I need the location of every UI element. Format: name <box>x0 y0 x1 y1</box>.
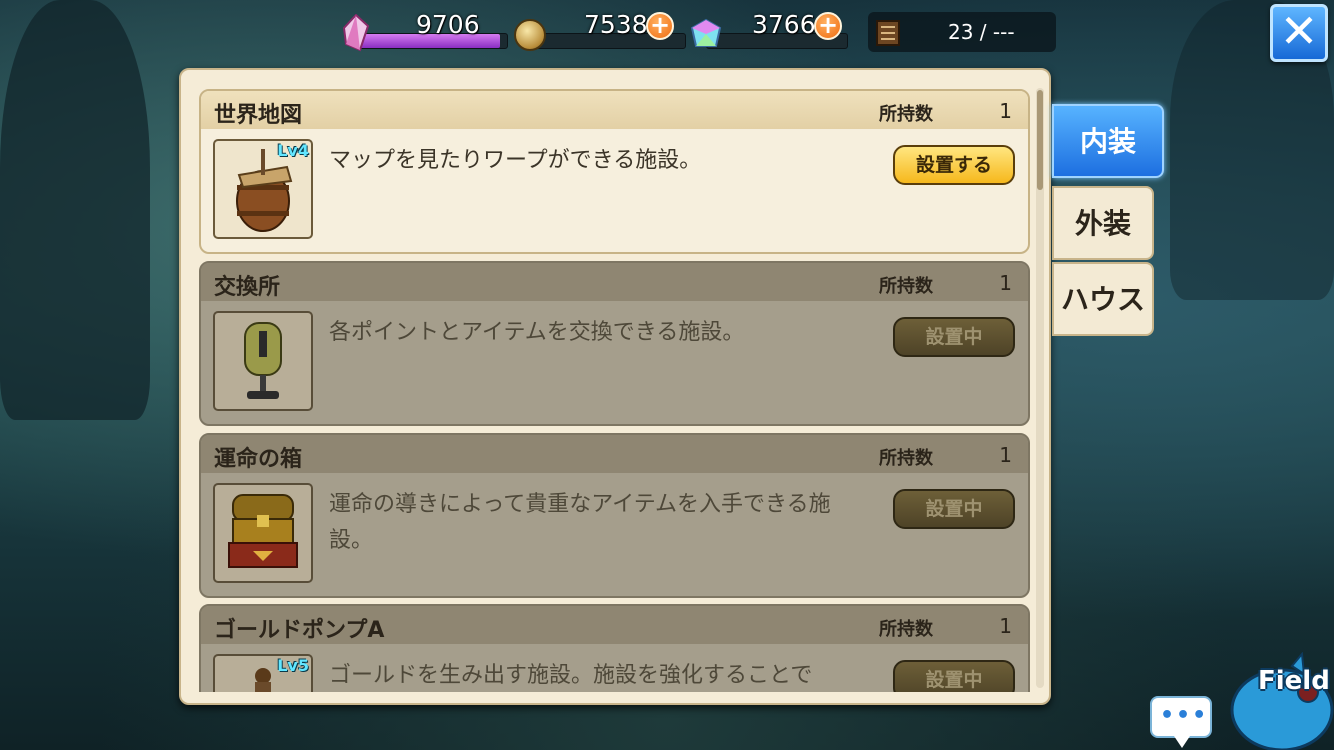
barrel-map-icon: Lv4 <box>213 139 313 239</box>
crystal-icon <box>342 14 370 52</box>
facility-description: 運命の導きによって貴重なアイテムを入手できる施設。 <box>329 492 831 553</box>
card-header: ゴールドポンプA 所持数 1 <box>201 606 1028 644</box>
exchange-machine-image <box>244 322 282 399</box>
book-count: 23 / --- <box>948 20 1015 44</box>
gold-value: 7538 <box>584 10 648 39</box>
crystal-resource: 9706 <box>342 10 508 52</box>
gem-icon <box>690 18 722 47</box>
gold-pump-icon: Lv5 <box>213 654 313 692</box>
level-badge: Lv4 <box>277 141 309 160</box>
close-button[interactable]: ✕ <box>1270 4 1328 62</box>
facility-description: マップを見たりワープができる施設。 <box>329 148 702 173</box>
owned-label: 所持数 <box>879 276 933 297</box>
chat-bubble-icon: ••• <box>1160 703 1209 728</box>
facility-title: 交換所 <box>214 275 281 300</box>
owned-count: 1 <box>999 443 1012 467</box>
placed-button[interactable]: 設置中 <box>893 660 1015 692</box>
gem-value: 3766 <box>752 10 816 39</box>
level-badge: Lv5 <box>277 656 309 675</box>
facility-card[interactable]: 運命の箱 所持数 1 運命の導きによって貴重なアイテムを入手できる施設。 設置中 <box>199 433 1030 598</box>
coin-icon <box>514 19 546 51</box>
card-header: 世界地図 所持数 1 <box>201 91 1028 129</box>
owned-label: 所持数 <box>879 104 933 125</box>
background-tree-left <box>0 0 150 420</box>
card-header: 運命の箱 所持数 1 <box>201 435 1028 473</box>
placed-button[interactable]: 設置中 <box>893 317 1015 357</box>
exchange-machine-icon <box>213 311 313 411</box>
gem-resource: 3766 + <box>690 10 848 50</box>
owned-count: 1 <box>999 271 1012 295</box>
place-button[interactable]: 設置する <box>893 145 1015 185</box>
crystal-value: 9706 <box>416 10 480 39</box>
owned-label: 所持数 <box>879 619 933 640</box>
tab-interior[interactable]: 内装 <box>1052 104 1164 178</box>
field-label: Field <box>1258 666 1330 696</box>
chat-button[interactable]: ••• <box>1150 696 1212 748</box>
placed-button[interactable]: 設置中 <box>893 489 1015 529</box>
facility-card[interactable]: 世界地図 所持数 1 Lv4 マップを見たりワープができる施設。 設置する <box>199 89 1030 254</box>
book-counter: 23 / --- <box>868 12 1056 52</box>
facility-description: 各ポイントとアイテムを交換できる施設。 <box>329 320 745 345</box>
owned-label: 所持数 <box>879 448 933 469</box>
facility-title: 運命の箱 <box>214 447 303 472</box>
owned-count: 1 <box>999 99 1012 123</box>
scroll-thumb[interactable] <box>1037 90 1043 190</box>
card-clip: ゴールドポンプA 所持数 1 Lv5 ゴールドを生み出す施設。施設を強化すること… <box>199 604 1030 692</box>
add-gold-button[interactable]: + <box>646 12 674 40</box>
facility-card[interactable]: 交換所 所持数 1 各ポイントとアイテムを交換できる施設。 設置中 <box>199 261 1030 426</box>
facility-description: ゴールドを生み出す施設。施設を強化することで <box>329 663 813 688</box>
book-icon <box>876 20 900 46</box>
card-header: 交換所 所持数 1 <box>201 263 1028 301</box>
tab-house[interactable]: ハウス <box>1052 262 1154 336</box>
gold-resource: 7538 + <box>514 10 686 51</box>
owned-count: 1 <box>999 614 1012 638</box>
facility-title: 世界地図 <box>214 103 303 128</box>
tab-exterior[interactable]: 外装 <box>1052 186 1154 260</box>
facility-card[interactable]: ゴールドポンプA 所持数 1 Lv5 ゴールドを生み出す施設。施設を強化すること… <box>199 604 1030 692</box>
treasure-chest-image <box>228 494 298 568</box>
facility-title: ゴールドポンプA <box>214 618 385 643</box>
add-gem-button[interactable]: + <box>814 12 842 40</box>
treasure-chest-icon <box>213 483 313 583</box>
